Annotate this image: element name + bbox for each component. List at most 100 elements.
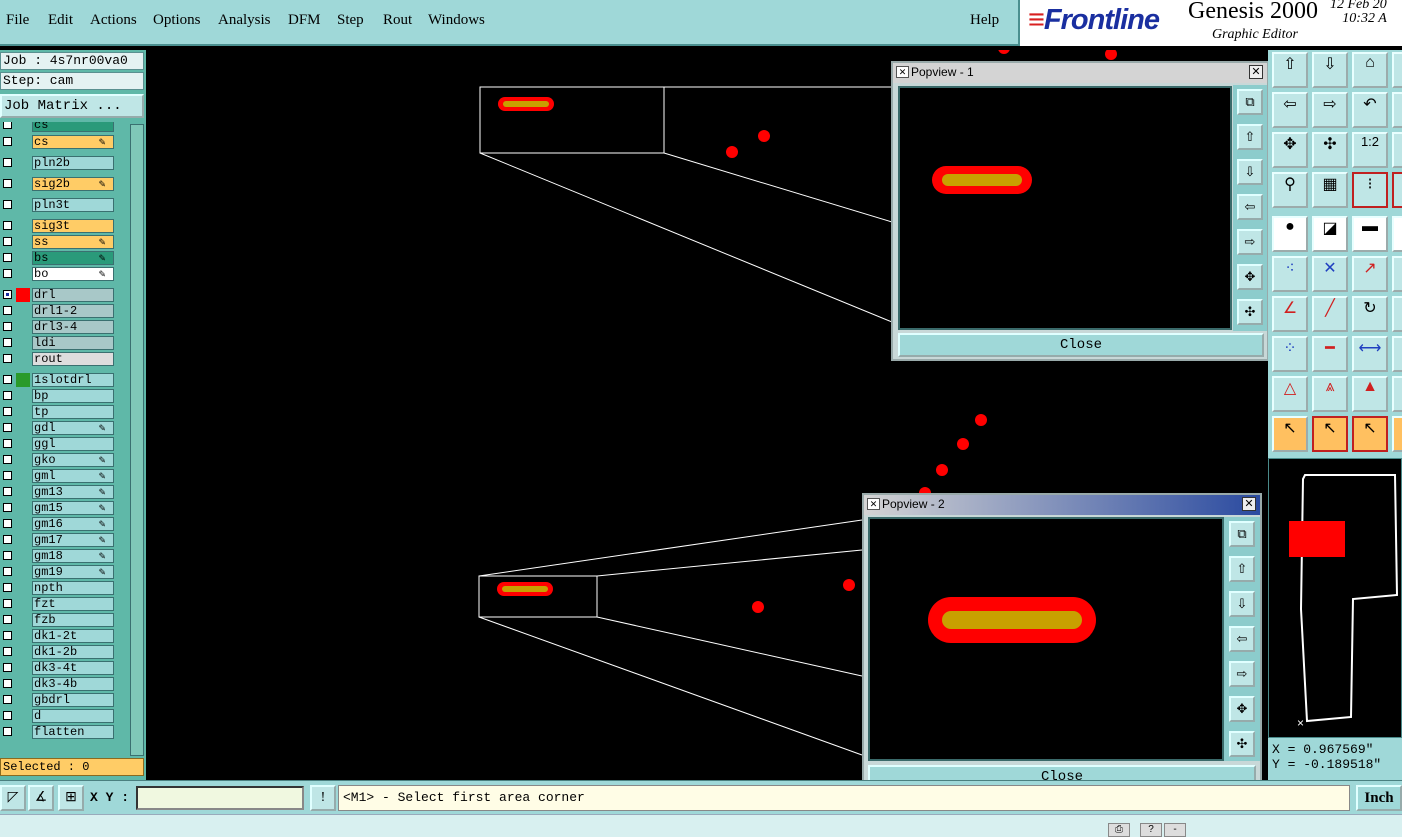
pan-left-icon[interactable]: ⇦: [1237, 194, 1263, 220]
pan-down-icon[interactable]: ⇩: [1229, 591, 1255, 617]
xy-input[interactable]: [136, 786, 304, 810]
layer-row[interactable]: rout: [0, 352, 118, 366]
triangle-alt-icon[interactable]: ▯: [1392, 376, 1402, 412]
zoom-window-icon[interactable]: ▭: [1392, 52, 1402, 88]
units-button[interactable]: Inch: [1356, 785, 1402, 811]
menu-options[interactable]: Options: [153, 12, 201, 29]
layer-row[interactable]: gm18 ✎: [0, 549, 118, 563]
zoom-ratio-icon[interactable]: 1:2: [1352, 132, 1388, 168]
triangle-solid-icon[interactable]: ▲: [1352, 376, 1388, 412]
layer-row[interactable]: pln2b: [0, 156, 118, 170]
warning-icon[interactable]: !: [310, 785, 336, 811]
layer-checkbox[interactable]: [3, 391, 12, 400]
select-arrow-alt-icon[interactable]: ↖: [1312, 416, 1348, 452]
point-icon[interactable]: ●: [1392, 256, 1402, 292]
connect-icon[interactable]: ⁖: [1272, 256, 1308, 292]
pan-up-icon[interactable]: ⇧: [1272, 52, 1308, 88]
layer-row[interactable]: gm19 ✎: [0, 565, 118, 579]
layer-checkbox[interactable]: [3, 200, 12, 209]
layer-row[interactable]: dk1-2t: [0, 629, 118, 643]
layer-checkbox[interactable]: [3, 253, 12, 262]
angle-icon[interactable]: ∡: [28, 785, 54, 811]
highlight-icon[interactable]: ⁝: [1352, 172, 1388, 208]
layer-checkbox[interactable]: [3, 269, 12, 278]
pan-right-icon[interactable]: ⇨: [1229, 661, 1255, 687]
zoom-previous-icon[interactable]: ↶: [1352, 92, 1388, 128]
select-extra-icon[interactable]: ▯: [1392, 416, 1402, 452]
zoom-next-icon[interactable]: ↷: [1392, 92, 1402, 128]
zoom-fit-icon[interactable]: ⧉: [1229, 521, 1255, 547]
menu-windows[interactable]: Windows: [428, 12, 485, 29]
layer-row[interactable]: gm17 ✎: [0, 533, 118, 547]
arc-icon[interactable]: ↻: [1352, 296, 1388, 332]
layer-checkbox[interactable]: [3, 306, 12, 315]
triangle-icon[interactable]: △: [1272, 376, 1308, 412]
layer-row[interactable]: drl3-4: [0, 320, 118, 334]
layer-checkbox[interactable]: [3, 487, 12, 496]
popview-1-view[interactable]: [898, 86, 1232, 330]
cross-icon[interactable]: ✕: [1312, 256, 1348, 292]
move-point-icon[interactable]: ↗: [1352, 256, 1388, 292]
hline-icon[interactable]: ━: [1312, 336, 1348, 372]
layer-checkbox[interactable]: [3, 221, 12, 230]
layer-checkbox[interactable]: [3, 679, 12, 688]
zoom-out-icon[interactable]: ✣: [1229, 731, 1255, 757]
zoom-out-icon[interactable]: ✣: [1312, 132, 1348, 168]
layer-row[interactable]: gml ✎: [0, 469, 118, 483]
layer-checkbox[interactable]: [3, 599, 12, 608]
layer-row[interactable]: gdl ✎: [0, 421, 118, 435]
layer-row[interactable]: bs ✎: [0, 251, 118, 265]
select-arrow-icon[interactable]: ↖: [1272, 416, 1308, 452]
layer-checkbox[interactable]: [3, 471, 12, 480]
layer-row[interactable]: cs ✎: [0, 135, 118, 149]
layer-checkbox[interactable]: [3, 179, 12, 188]
zoom-extra-icon[interactable]: ▯: [1392, 132, 1402, 168]
layer-checkbox[interactable]: [3, 375, 12, 384]
job-matrix-button[interactable]: Job Matrix ...: [0, 94, 144, 118]
layer-checkbox[interactable]: [3, 354, 12, 363]
ruler-alt-icon[interactable]: ▯: [1392, 216, 1402, 252]
home-icon[interactable]: ⌂: [1352, 52, 1388, 88]
layer-row[interactable]: gm16 ✎: [0, 517, 118, 531]
zoom-in-icon[interactable]: ✥: [1237, 264, 1263, 290]
layer-row[interactable]: dk1-2b: [0, 645, 118, 659]
help-icon[interactable]: ?: [1140, 823, 1162, 837]
dimension-alt-icon[interactable]: ▯: [1392, 336, 1402, 372]
close-icon[interactable]: ✕: [1242, 497, 1256, 511]
layer-row[interactable]: bo ✎: [0, 267, 118, 281]
grid-icon[interactable]: ▦: [1312, 172, 1348, 208]
layer-checkbox[interactable]: [3, 663, 12, 672]
pan-right-icon[interactable]: ⇨: [1237, 229, 1263, 255]
menu-help[interactable]: Help: [970, 12, 999, 29]
layer-checkbox[interactable]: [3, 338, 12, 347]
layer-checkbox[interactable]: [3, 290, 12, 299]
layer-checkbox[interactable]: [3, 407, 12, 416]
layer-row[interactable]: flatten: [0, 725, 118, 739]
layer-row[interactable]: fzt: [0, 597, 118, 611]
layer-row[interactable]: cs: [0, 122, 118, 132]
layer-row[interactable]: tp: [0, 405, 118, 419]
layer-row[interactable]: pln3t: [0, 198, 118, 212]
printer-icon[interactable]: ⎙: [1108, 823, 1130, 837]
layer-row[interactable]: drl1-2: [0, 304, 118, 318]
zoom-in-icon[interactable]: ✥: [1229, 696, 1255, 722]
feature-info-icon[interactable]: ●: [1272, 216, 1308, 252]
zoom-in-icon[interactable]: ✥: [1272, 132, 1308, 168]
window-menu-icon[interactable]: ✕: [867, 498, 880, 510]
layer-checkbox[interactable]: [3, 439, 12, 448]
pan-left-icon[interactable]: ⇦: [1229, 626, 1255, 652]
layer-row[interactable]: sig3t: [0, 219, 118, 233]
layer-row[interactable]: ggl: [0, 437, 118, 451]
layer-checkbox[interactable]: [3, 711, 12, 720]
highlight-alt-icon[interactable]: ⁞: [1392, 172, 1402, 208]
layer-row[interactable]: npth: [0, 581, 118, 595]
layer-checkbox[interactable]: [3, 583, 12, 592]
menu-file[interactable]: File: [6, 12, 29, 29]
pan-down-icon[interactable]: ⇩: [1237, 159, 1263, 185]
layer-checkbox[interactable]: [3, 615, 12, 624]
popview-1-close-button[interactable]: Close: [898, 333, 1264, 357]
layer-checkbox[interactable]: [3, 503, 12, 512]
layer-row[interactable]: dk3-4b: [0, 677, 118, 691]
layer-row[interactable]: dk3-4t: [0, 661, 118, 675]
layer-checkbox[interactable]: [3, 237, 12, 246]
